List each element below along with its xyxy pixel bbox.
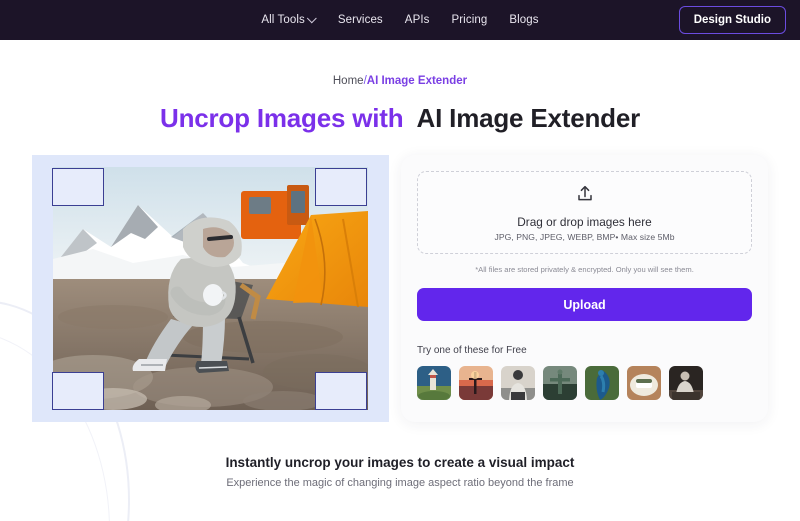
design-studio-button[interactable]: Design Studio (678, 6, 786, 34)
nav-item-apis[interactable]: APIs (405, 14, 430, 26)
upload-card: Drag or drop images here JPG, PNG, JPEG,… (401, 155, 768, 422)
page-root: All Tools Services APIs Pricing Blogs De… (0, 0, 800, 521)
nav-links: All Tools Services APIs Pricing Blogs (261, 12, 539, 26)
chevron-down-icon (306, 12, 317, 23)
sample-thumbnails-row (417, 366, 752, 400)
nav-item-services-label: Services (337, 14, 383, 26)
bottom-caption: Instantly uncrop your images to create a… (0, 455, 800, 489)
sample-thumbnail-christ-statue[interactable] (543, 366, 577, 400)
sample-thumbnail-lighthouse[interactable] (417, 366, 451, 400)
sample-thumbnail-peacock[interactable] (585, 366, 619, 400)
breadcrumb: Home/AI Image Extender (0, 75, 800, 87)
breadcrumb-current-page: AI Image Extender (366, 75, 468, 87)
sample-thumbnail-food-plate[interactable] (627, 366, 661, 400)
crop-handle-bottom-right[interactable] (315, 372, 367, 410)
sample-thumbnail-man-sitting[interactable] (501, 366, 535, 400)
upload-button[interactable]: Upload (417, 288, 752, 321)
nav-item-services[interactable]: Services (338, 14, 383, 26)
samples-label: Try one of these for Free (417, 345, 527, 356)
crop-handle-top-left[interactable] (52, 168, 104, 206)
caption-subtitle: Experience the magic of changing image a… (226, 477, 574, 489)
main-content-row: Drag or drop images here JPG, PNG, JPEG,… (0, 155, 800, 422)
page-title-accent: Uncrop Images with (160, 103, 404, 133)
dropzone-formats: JPG, PNG, JPEG, WEBP, BMP• Max size 5Mb (494, 231, 675, 242)
dropzone[interactable]: Drag or drop images here JPG, PNG, JPEG,… (417, 171, 752, 254)
top-navbar: All Tools Services APIs Pricing Blogs De… (0, 0, 800, 40)
nav-item-all-tools-label: All Tools (261, 14, 305, 26)
page-title-plain: AI Image Extender (416, 103, 641, 133)
privacy-note: *All files are stored privately & encryp… (475, 265, 694, 274)
nav-item-pricing-label: Pricing (451, 14, 488, 26)
nav-item-all-tools[interactable]: All Tools (261, 12, 317, 26)
upload-arrow-tray-icon (575, 184, 595, 209)
nav-item-pricing[interactable]: Pricing (451, 14, 487, 26)
page-title: Uncrop Images with AI Image Extender (0, 103, 800, 134)
dropzone-title: Drag or drop images here (517, 214, 652, 229)
crop-handle-bottom-left[interactable] (52, 372, 104, 410)
nav-item-blogs-label: Blogs (509, 14, 539, 26)
sample-thumbnail-man-at-desk[interactable] (669, 366, 703, 400)
nav-item-apis-label: APIs (404, 14, 430, 26)
caption-title: Instantly uncrop your images to create a… (225, 455, 575, 470)
nav-item-blogs[interactable]: Blogs (509, 14, 538, 26)
breadcrumb-home-link[interactable]: Home (333, 75, 364, 87)
crop-handle-top-right[interactable] (315, 168, 367, 206)
image-preview-panel (32, 155, 389, 422)
sample-thumbnail-sunset-pier[interactable] (459, 366, 493, 400)
